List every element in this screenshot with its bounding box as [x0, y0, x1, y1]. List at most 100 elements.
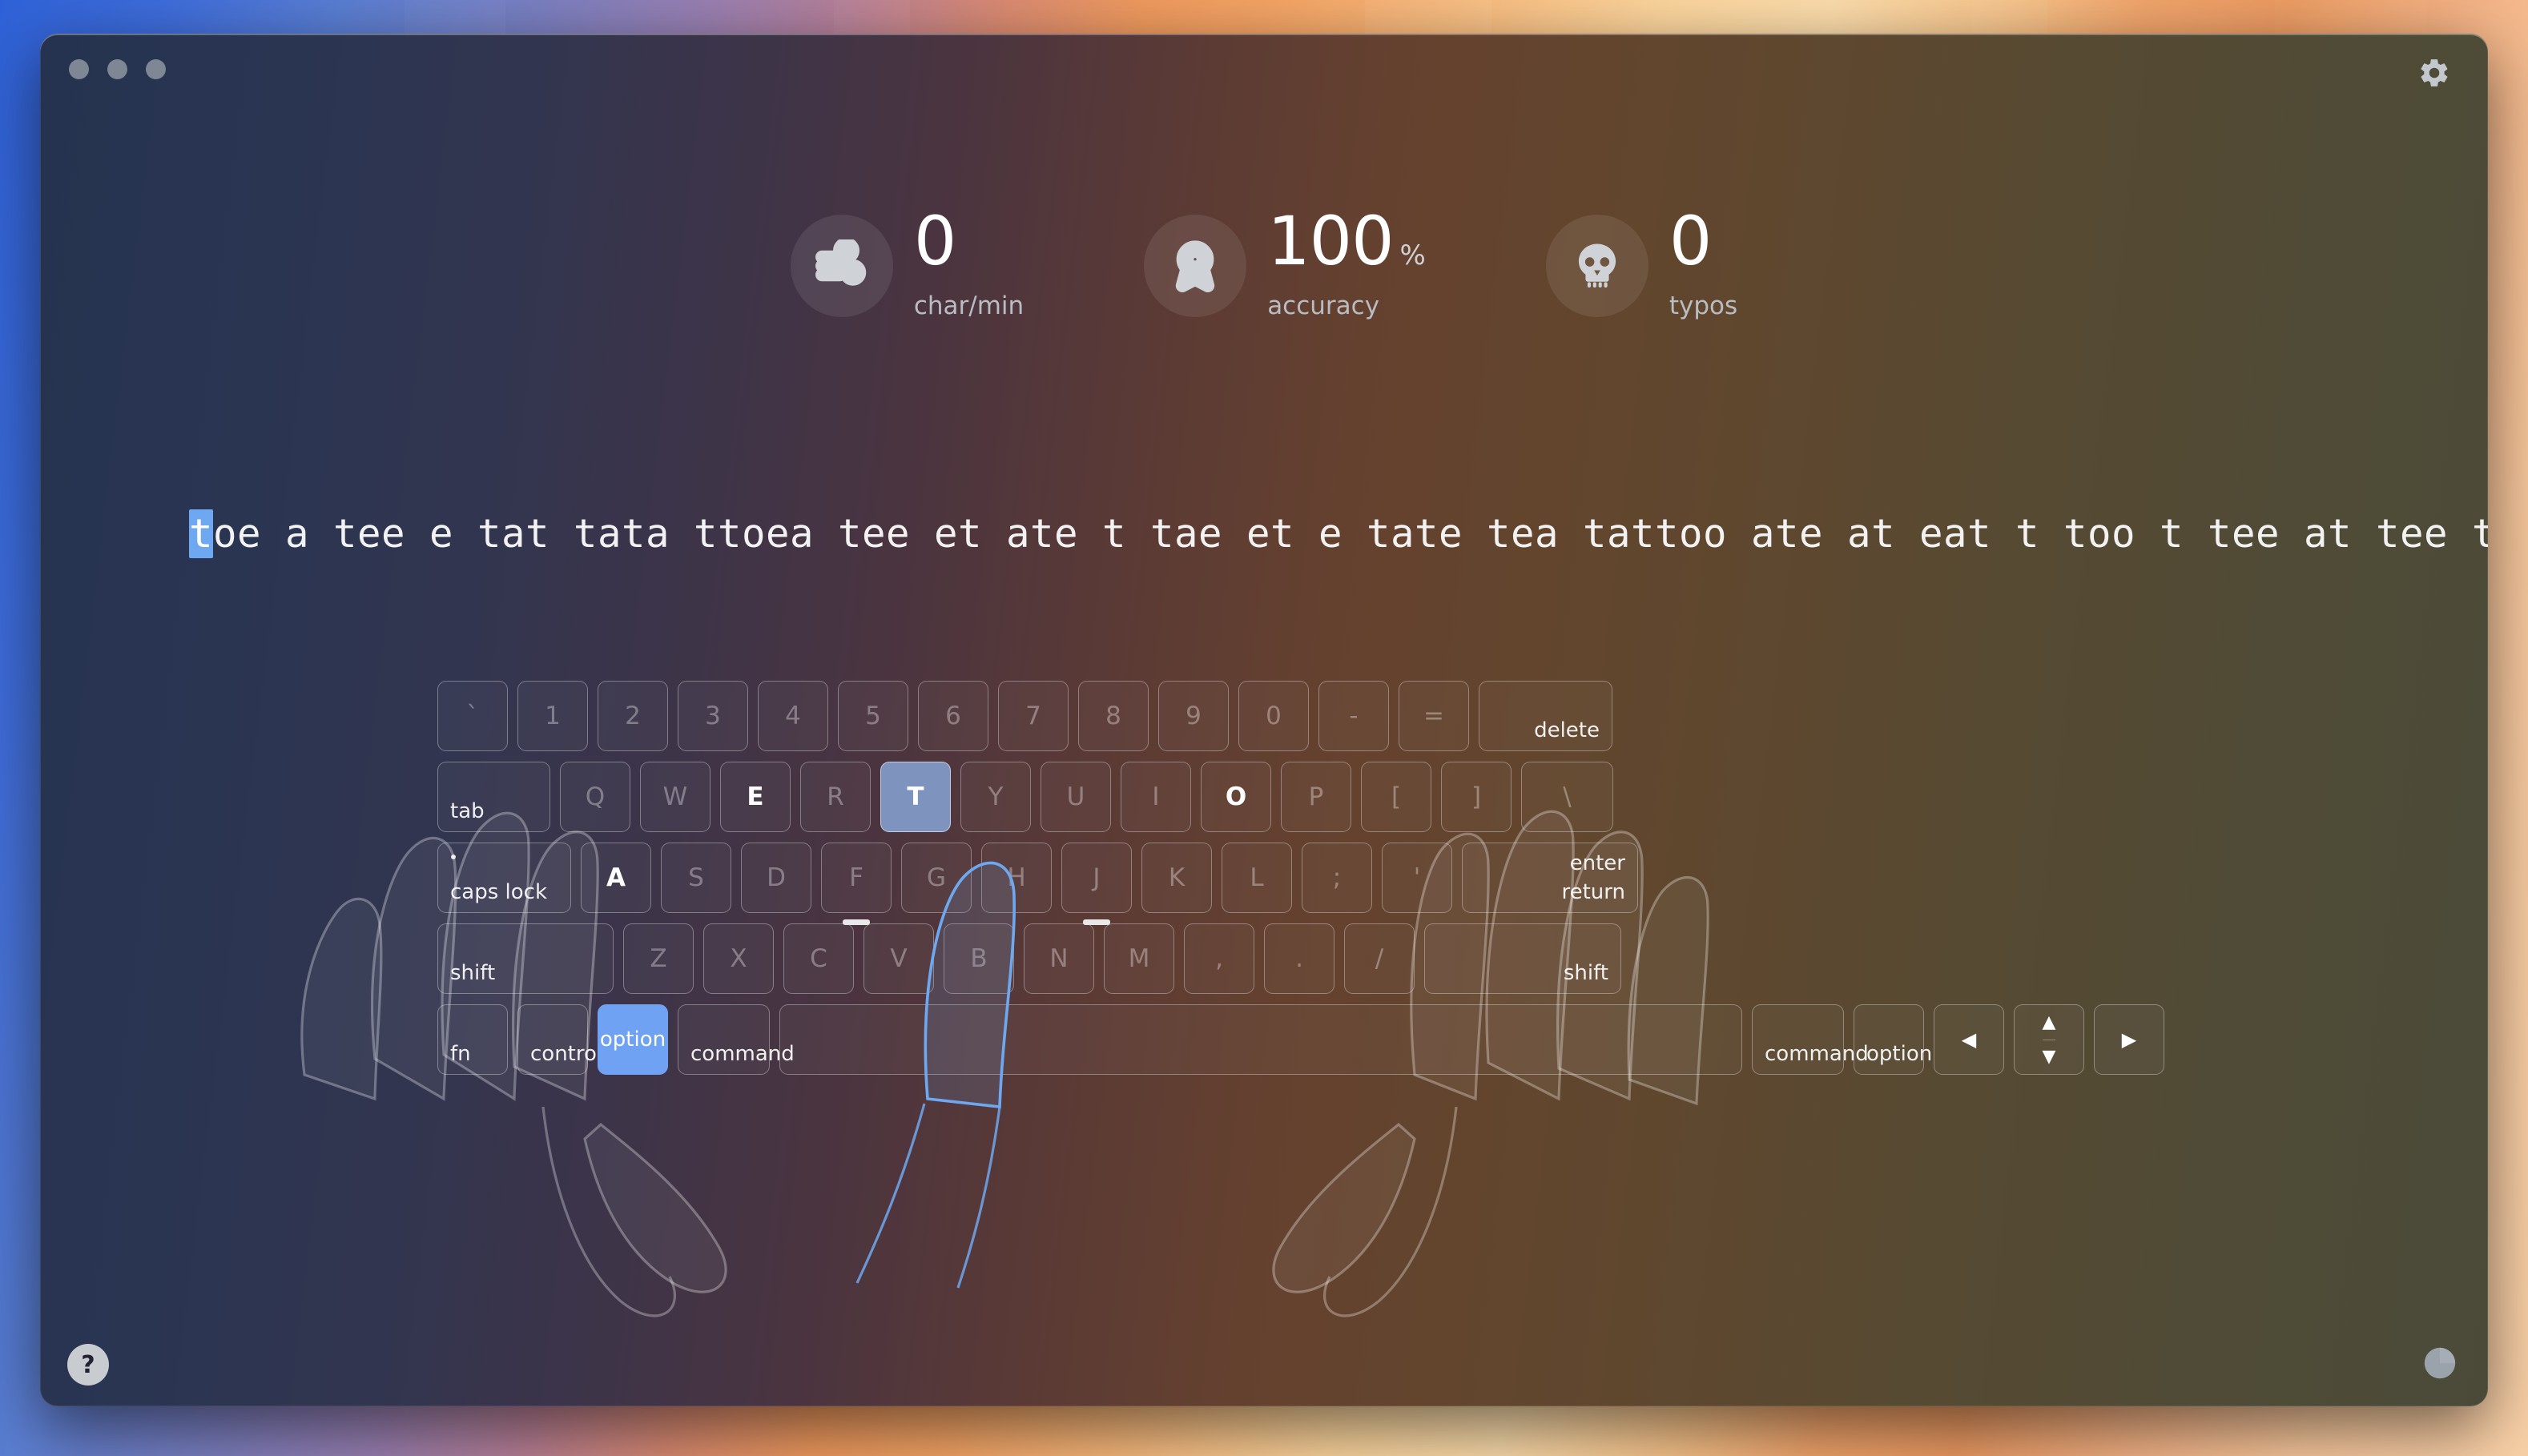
key-arrow-updown[interactable]: ▲ ▼: [2014, 1004, 2084, 1075]
key-label: enter: [1569, 851, 1625, 875]
key-9[interactable]: 9: [1158, 681, 1229, 751]
key-shift-left[interactable]: shift: [437, 923, 614, 994]
key-l[interactable]: L: [1222, 843, 1292, 913]
key-label: J: [1093, 863, 1101, 892]
key-7[interactable]: 7: [998, 681, 1069, 751]
key-j[interactable]: J: [1061, 843, 1132, 925]
key-label: fn: [450, 1042, 471, 1066]
key-h[interactable]: H: [981, 843, 1052, 913]
key-label: =: [1423, 702, 1444, 730]
key-label: 7: [1025, 702, 1041, 730]
key-arrow-up[interactable]: ▲: [2042, 1005, 2056, 1040]
key-semicolon[interactable]: ;: [1302, 843, 1372, 913]
key-n[interactable]: N: [1024, 923, 1094, 994]
key-6[interactable]: 6: [918, 681, 988, 751]
key-label: \: [1563, 782, 1572, 811]
help-button[interactable]: ?: [67, 1344, 109, 1386]
key-m[interactable]: M: [1104, 923, 1174, 994]
key-label: Z: [650, 944, 667, 973]
key-y[interactable]: Y: [960, 762, 1031, 832]
key-label: 3: [705, 702, 721, 730]
key-arrow-down[interactable]: ▼: [2043, 1040, 2056, 1075]
key-tab[interactable]: tab: [437, 762, 550, 832]
stat-typos: 0 typos: [1545, 202, 1738, 321]
key-command-right[interactable]: command: [1752, 1004, 1869, 1075]
key-equal[interactable]: =: [1399, 681, 1469, 751]
key-label: ;: [1332, 863, 1342, 892]
maximize-button[interactable]: [146, 59, 166, 79]
key-q[interactable]: Q: [560, 762, 630, 832]
key-option-right[interactable]: option: [1854, 1004, 1932, 1075]
key-1[interactable]: 1: [517, 681, 588, 751]
key-backtick[interactable]: `: [437, 681, 508, 751]
key-p[interactable]: P: [1281, 762, 1351, 832]
key-bracket-left[interactable]: [: [1361, 762, 1431, 832]
key-0[interactable]: 0: [1238, 681, 1309, 751]
key-slash[interactable]: /: [1344, 923, 1415, 994]
key-2[interactable]: 2: [598, 681, 668, 751]
key-control[interactable]: control: [517, 1004, 602, 1075]
key-label: L: [1250, 863, 1264, 892]
key-8[interactable]: 8: [1078, 681, 1149, 751]
arrow-icon: ▶: [2121, 1028, 2137, 1051]
key-label: T: [907, 782, 924, 811]
window-controls: [69, 59, 166, 79]
key-period[interactable]: .: [1264, 923, 1334, 994]
key-label: `: [466, 702, 479, 730]
key-d[interactable]: D: [741, 843, 811, 913]
key-fn[interactable]: fn: [437, 1004, 508, 1075]
key-bracket-right[interactable]: ]: [1441, 762, 1512, 832]
close-button[interactable]: [69, 59, 89, 79]
key-u[interactable]: U: [1041, 762, 1111, 832]
typing-remaining: oe a tee e tat tata ttoea tee et ate t t…: [213, 511, 2488, 557]
key-label: Y: [988, 782, 1004, 811]
key-v[interactable]: V: [863, 923, 934, 994]
key-arrow-left[interactable]: ◀: [1934, 1004, 2004, 1075]
key-r[interactable]: R: [800, 762, 871, 832]
key-e[interactable]: E: [720, 762, 791, 832]
statistics-button[interactable]: [2419, 1344, 2461, 1386]
key-label: D: [767, 863, 786, 892]
key-i[interactable]: I: [1121, 762, 1191, 832]
keyboard-row: shift Z X C V B N M,. / shift: [437, 923, 2164, 994]
key-label: control: [530, 1042, 603, 1066]
key-w[interactable]: W: [640, 762, 710, 832]
key-label: shift: [450, 961, 496, 985]
key-enter-return[interactable]: return enter: [1462, 843, 1638, 913]
stat-label: typos: [1669, 292, 1738, 321]
key-x[interactable]: X: [703, 923, 774, 994]
settings-button[interactable]: [2411, 51, 2458, 98]
stat-value: 0: [1669, 202, 1712, 280]
key-4[interactable]: 4: [758, 681, 828, 751]
key-label: 5: [865, 702, 881, 730]
key-space[interactable]: [779, 1004, 1742, 1075]
key-shift-right[interactable]: shift: [1424, 923, 1621, 994]
key-5[interactable]: 5: [838, 681, 908, 751]
key-k[interactable]: K: [1141, 843, 1212, 913]
stat-accuracy: 100 % accuracy: [1144, 207, 1426, 320]
key-backslash[interactable]: \: [1521, 762, 1613, 832]
key-quote[interactable]: ': [1382, 843, 1452, 913]
key-option-left[interactable]: option: [598, 1004, 668, 1075]
key-t[interactable]: T: [880, 762, 951, 832]
key-caps-lock[interactable]: caps lock: [437, 843, 571, 913]
key-b[interactable]: B: [944, 923, 1014, 994]
key-comma[interactable]: ,: [1184, 923, 1254, 994]
key-minus[interactable]: -: [1318, 681, 1389, 751]
minimize-button[interactable]: [107, 59, 127, 79]
key-f[interactable]: F: [821, 843, 892, 925]
key-command-left[interactable]: command: [678, 1004, 795, 1075]
key-a[interactable]: A: [581, 843, 651, 913]
key-3[interactable]: 3: [678, 681, 748, 751]
key-label: B: [970, 944, 988, 973]
key-o[interactable]: O: [1201, 762, 1271, 832]
key-delete[interactable]: delete: [1479, 681, 1612, 751]
key-z[interactable]: Z: [623, 923, 694, 994]
key-label: M: [1128, 944, 1150, 973]
key-s[interactable]: S: [661, 843, 731, 913]
key-label: U: [1066, 782, 1085, 811]
key-g[interactable]: G: [901, 843, 972, 913]
key-label: R: [827, 782, 844, 811]
key-arrow-right[interactable]: ▶: [2094, 1004, 2164, 1075]
key-c[interactable]: C: [783, 923, 854, 994]
